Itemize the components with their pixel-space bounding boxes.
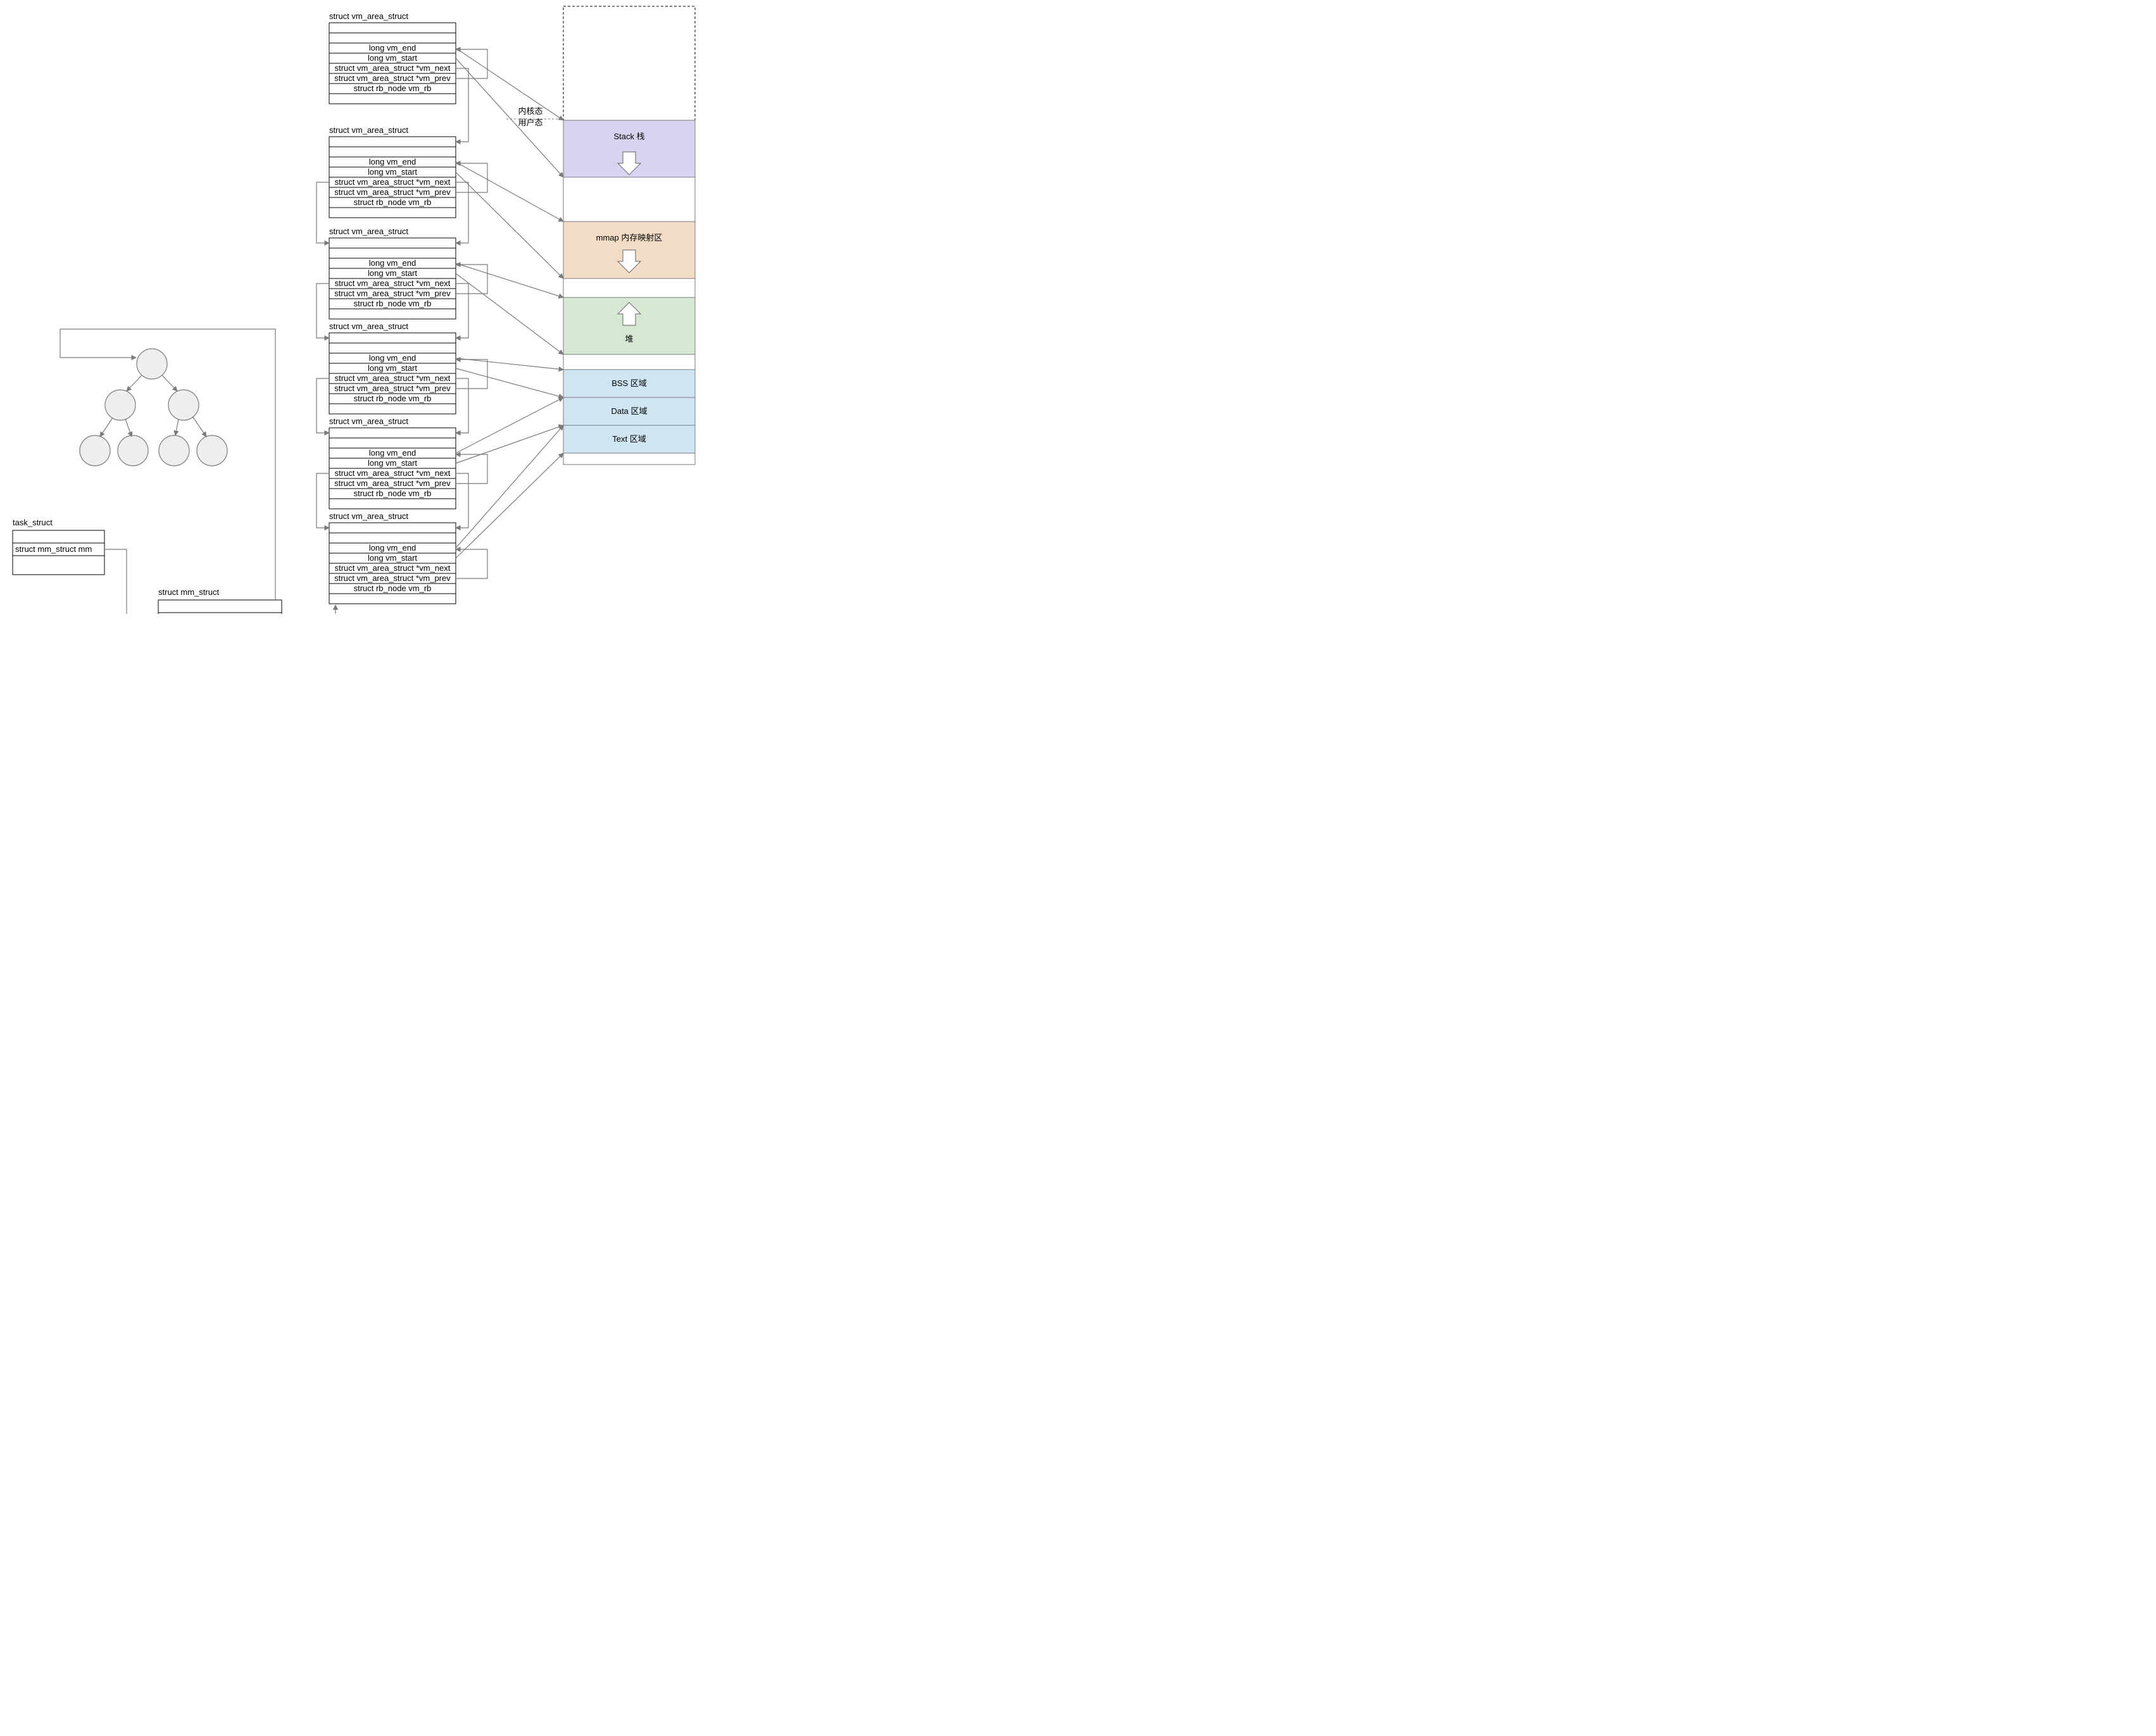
svg-text:struct vm_area_struct *vm_prev: struct vm_area_struct *vm_prev	[334, 384, 451, 393]
vma-3: struct vm_area_struct long vm_end long v…	[329, 227, 456, 319]
svg-text:struct rb_node vm_rb: struct rb_node vm_rb	[354, 394, 432, 403]
svg-text:struct vm_area_struct *vm_next: struct vm_area_struct *vm_next	[335, 468, 451, 478]
vma-1: struct vm_area_struct long vm_end long v…	[329, 11, 456, 104]
tree-node	[137, 349, 167, 379]
svg-text:struct vm_area_struct: struct vm_area_struct	[329, 227, 408, 236]
mm-struct-title: struct mm_struct	[158, 587, 219, 597]
svg-text:long vm_start: long vm_start	[368, 363, 417, 373]
svg-text:struct rb_node vm_rb: struct rb_node vm_rb	[354, 197, 432, 207]
label-kernel: 内核态	[518, 106, 542, 116]
diagram-root: task_struct struct mm_struct mm struct m…	[0, 0, 760, 614]
kernel-area	[563, 6, 695, 120]
edge-mmap-to-vma	[282, 605, 335, 614]
svg-text:mmap 内存映射区: mmap 内存映射区	[596, 233, 663, 242]
memory-layout: 内核态 用户态 Stack 栈 mmap 内存映射区 堆 BSS 区域 Data…	[506, 6, 695, 465]
svg-text:long vm_start: long vm_start	[368, 53, 417, 63]
svg-text:struct vm_area_struct: struct vm_area_struct	[329, 11, 408, 21]
svg-text:struct vm_area_struct *vm_prev: struct vm_area_struct *vm_prev	[334, 187, 451, 197]
svg-text:堆: 堆	[625, 334, 633, 344]
svg-text:struct rb_node vm_rb: struct rb_node vm_rb	[354, 84, 432, 93]
task-struct-field-mm: struct mm_struct mm	[15, 544, 92, 554]
tree-node	[168, 390, 199, 420]
svg-text:long vm_start: long vm_start	[368, 553, 417, 563]
svg-text:long vm_end: long vm_end	[369, 448, 416, 458]
vma-6: struct vm_area_struct long vm_end long v…	[329, 511, 456, 604]
svg-text:struct vm_area_struct: struct vm_area_struct	[329, 416, 408, 426]
svg-text:struct vm_area_struct *vm_next: struct vm_area_struct *vm_next	[335, 278, 451, 288]
tree-node	[80, 435, 110, 466]
svg-text:BSS 区域: BSS 区域	[611, 378, 647, 388]
svg-text:Data 区域: Data 区域	[611, 406, 647, 416]
svg-text:struct vm_area_struct: struct vm_area_struct	[329, 125, 408, 135]
svg-text:long vm_end: long vm_end	[369, 157, 416, 166]
svg-text:struct vm_area_struct: struct vm_area_struct	[329, 322, 408, 331]
svg-text:struct rb_node vm_rb: struct rb_node vm_rb	[354, 489, 432, 498]
tree-node	[118, 435, 148, 466]
svg-text:struct vm_area_struct *vm_next: struct vm_area_struct *vm_next	[335, 563, 451, 573]
svg-text:long vm_end: long vm_end	[369, 258, 416, 268]
mm-struct: struct mm_struct struct rb_root mm_rb st…	[158, 587, 282, 614]
vma-5: struct vm_area_struct long vm_end long v…	[329, 416, 456, 509]
svg-text:struct vm_area_struct *vm_prev: struct vm_area_struct *vm_prev	[334, 289, 451, 298]
vma-2: struct vm_area_struct long vm_end long v…	[329, 125, 456, 218]
svg-text:struct vm_area_struct *vm_prev: struct vm_area_struct *vm_prev	[334, 478, 451, 488]
svg-text:Stack 栈: Stack 栈	[613, 132, 644, 141]
svg-text:struct vm_area_struct *vm_prev: struct vm_area_struct *vm_prev	[334, 73, 451, 83]
edge-task-to-mm	[104, 549, 158, 614]
svg-text:struct rb_node vm_rb: struct rb_node vm_rb	[354, 299, 432, 308]
task-struct-title: task_struct	[13, 518, 53, 527]
svg-text:struct rb_node vm_rb: struct rb_node vm_rb	[354, 584, 432, 593]
vma-to-mem	[456, 48, 563, 558]
tree-node	[105, 390, 135, 420]
svg-text:Text 区域: Text 区域	[612, 434, 646, 444]
svg-text:long vm_start: long vm_start	[368, 167, 417, 177]
svg-text:long vm_end: long vm_end	[369, 43, 416, 53]
svg-text:struct vm_area_struct *vm_next: struct vm_area_struct *vm_next	[335, 177, 451, 187]
svg-text:struct vm_area_struct: struct vm_area_struct	[329, 511, 408, 521]
svg-text:long vm_start: long vm_start	[368, 458, 417, 468]
svg-text:long vm_end: long vm_end	[369, 543, 416, 553]
svg-text:long vm_end: long vm_end	[369, 353, 416, 363]
svg-text:struct vm_area_struct *vm_prev: struct vm_area_struct *vm_prev	[334, 573, 451, 583]
svg-text:struct vm_area_struct *vm_next: struct vm_area_struct *vm_next	[335, 373, 451, 383]
vma-4: struct vm_area_struct long vm_end long v…	[329, 322, 456, 414]
tree-node	[197, 435, 227, 466]
svg-text:struct vm_area_struct *vm_next: struct vm_area_struct *vm_next	[335, 63, 451, 73]
rbtree	[80, 349, 227, 466]
tree-node	[159, 435, 189, 466]
svg-text:long vm_start: long vm_start	[368, 268, 417, 278]
task-struct: task_struct struct mm_struct mm	[13, 518, 104, 575]
